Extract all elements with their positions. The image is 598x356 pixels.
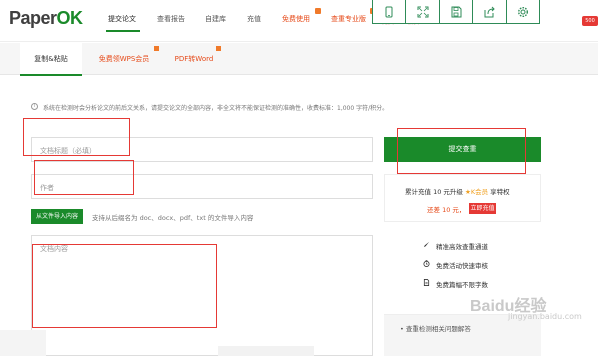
tab-badge [154, 46, 159, 51]
sub-tab-bar: 复制&粘贴 免费领WPS会员 PDF转Word [0, 43, 598, 76]
floating-toolbar [372, 0, 540, 24]
nav-item-recharge[interactable]: 充值 [247, 14, 261, 24]
notice-text: 系统在检测时会分析论文的前后文关系，请提交论文的全部内容，非全文将不能保证检测的… [43, 105, 389, 112]
logo-suffix: OK [56, 8, 84, 28]
promo-panel [384, 174, 541, 222]
settings-button[interactable] [507, 0, 539, 23]
annotation-box [32, 244, 217, 328]
remaining-text: 还差 10 元， [427, 206, 466, 214]
document-icon [423, 279, 430, 286]
fullscreen-icon [417, 6, 429, 17]
rocket-icon [423, 241, 430, 248]
save-icon [451, 6, 462, 17]
import-hint: 支持从后缀名为 doc、docx、pdf、txt 的文件导入内容 [92, 214, 254, 222]
promo-prefix: 累计充值 10 元升级 [405, 188, 463, 196]
nav-active-underline [106, 30, 140, 32]
page: PaperOK 提交论文 查看报告 自建库 充值 免费使用 查重专业版 免费WP… [0, 0, 598, 356]
share-icon [484, 6, 496, 17]
info-icon: i [31, 103, 38, 110]
clock-icon [423, 260, 430, 267]
bottom-bar [218, 346, 314, 356]
annotation-box [397, 128, 526, 174]
share-button[interactable] [473, 0, 507, 23]
charge-now-button[interactable]: 立即充值 [469, 203, 496, 214]
logo-prefix: Paper [9, 8, 57, 28]
nav-item-free-use[interactable]: 免费使用 [282, 14, 310, 24]
tab-badge [216, 46, 221, 51]
nav-item-view-report[interactable]: 查看报告 [157, 14, 185, 24]
feature-1: 精准高效查重通道 [436, 243, 488, 251]
tablet-button[interactable] [373, 0, 407, 23]
annotation-box [34, 160, 134, 195]
annotation-box [23, 118, 130, 156]
promo-vip: K会员 [470, 188, 489, 196]
import-file-button[interactable]: 从文件导入内容 [31, 209, 83, 224]
tablet-icon [385, 6, 393, 17]
logo[interactable]: PaperOK [9, 8, 83, 29]
watermark-sub: jingyan.baidu.com [508, 312, 582, 321]
save-button[interactable] [440, 0, 474, 23]
nav-item-self-library[interactable]: 自建库 [205, 14, 226, 24]
faq-text[interactable]: • 查重检测相关问题解答 [400, 323, 471, 333]
bottom-strip [0, 330, 46, 356]
badge-right[interactable]: 500 [582, 16, 598, 26]
nav-item-submit-paper[interactable]: 提交论文 [108, 14, 136, 24]
tab-free-wps[interactable]: 免费领WPS会员 [88, 43, 160, 75]
feature-2: 免费活动快速审核 [436, 262, 488, 270]
settings-icon [517, 6, 528, 17]
nav-item-pro[interactable]: 查重专业版 [331, 14, 366, 24]
tab-pdf-to-word[interactable]: PDF转Word [164, 43, 224, 75]
feature-3: 免费篇幅不限字数 [436, 281, 488, 289]
promo-text: 累计充值 10 元升级 ★K会员 享特权 [405, 186, 510, 196]
tab-copy-paste[interactable]: 复制&粘贴 [20, 43, 82, 76]
nav-badge [315, 8, 321, 14]
fullscreen-button[interactable] [406, 0, 440, 23]
faq-label: 查重检测相关问题解答 [405, 325, 471, 333]
promo-suffix: 享特权 [490, 188, 510, 196]
